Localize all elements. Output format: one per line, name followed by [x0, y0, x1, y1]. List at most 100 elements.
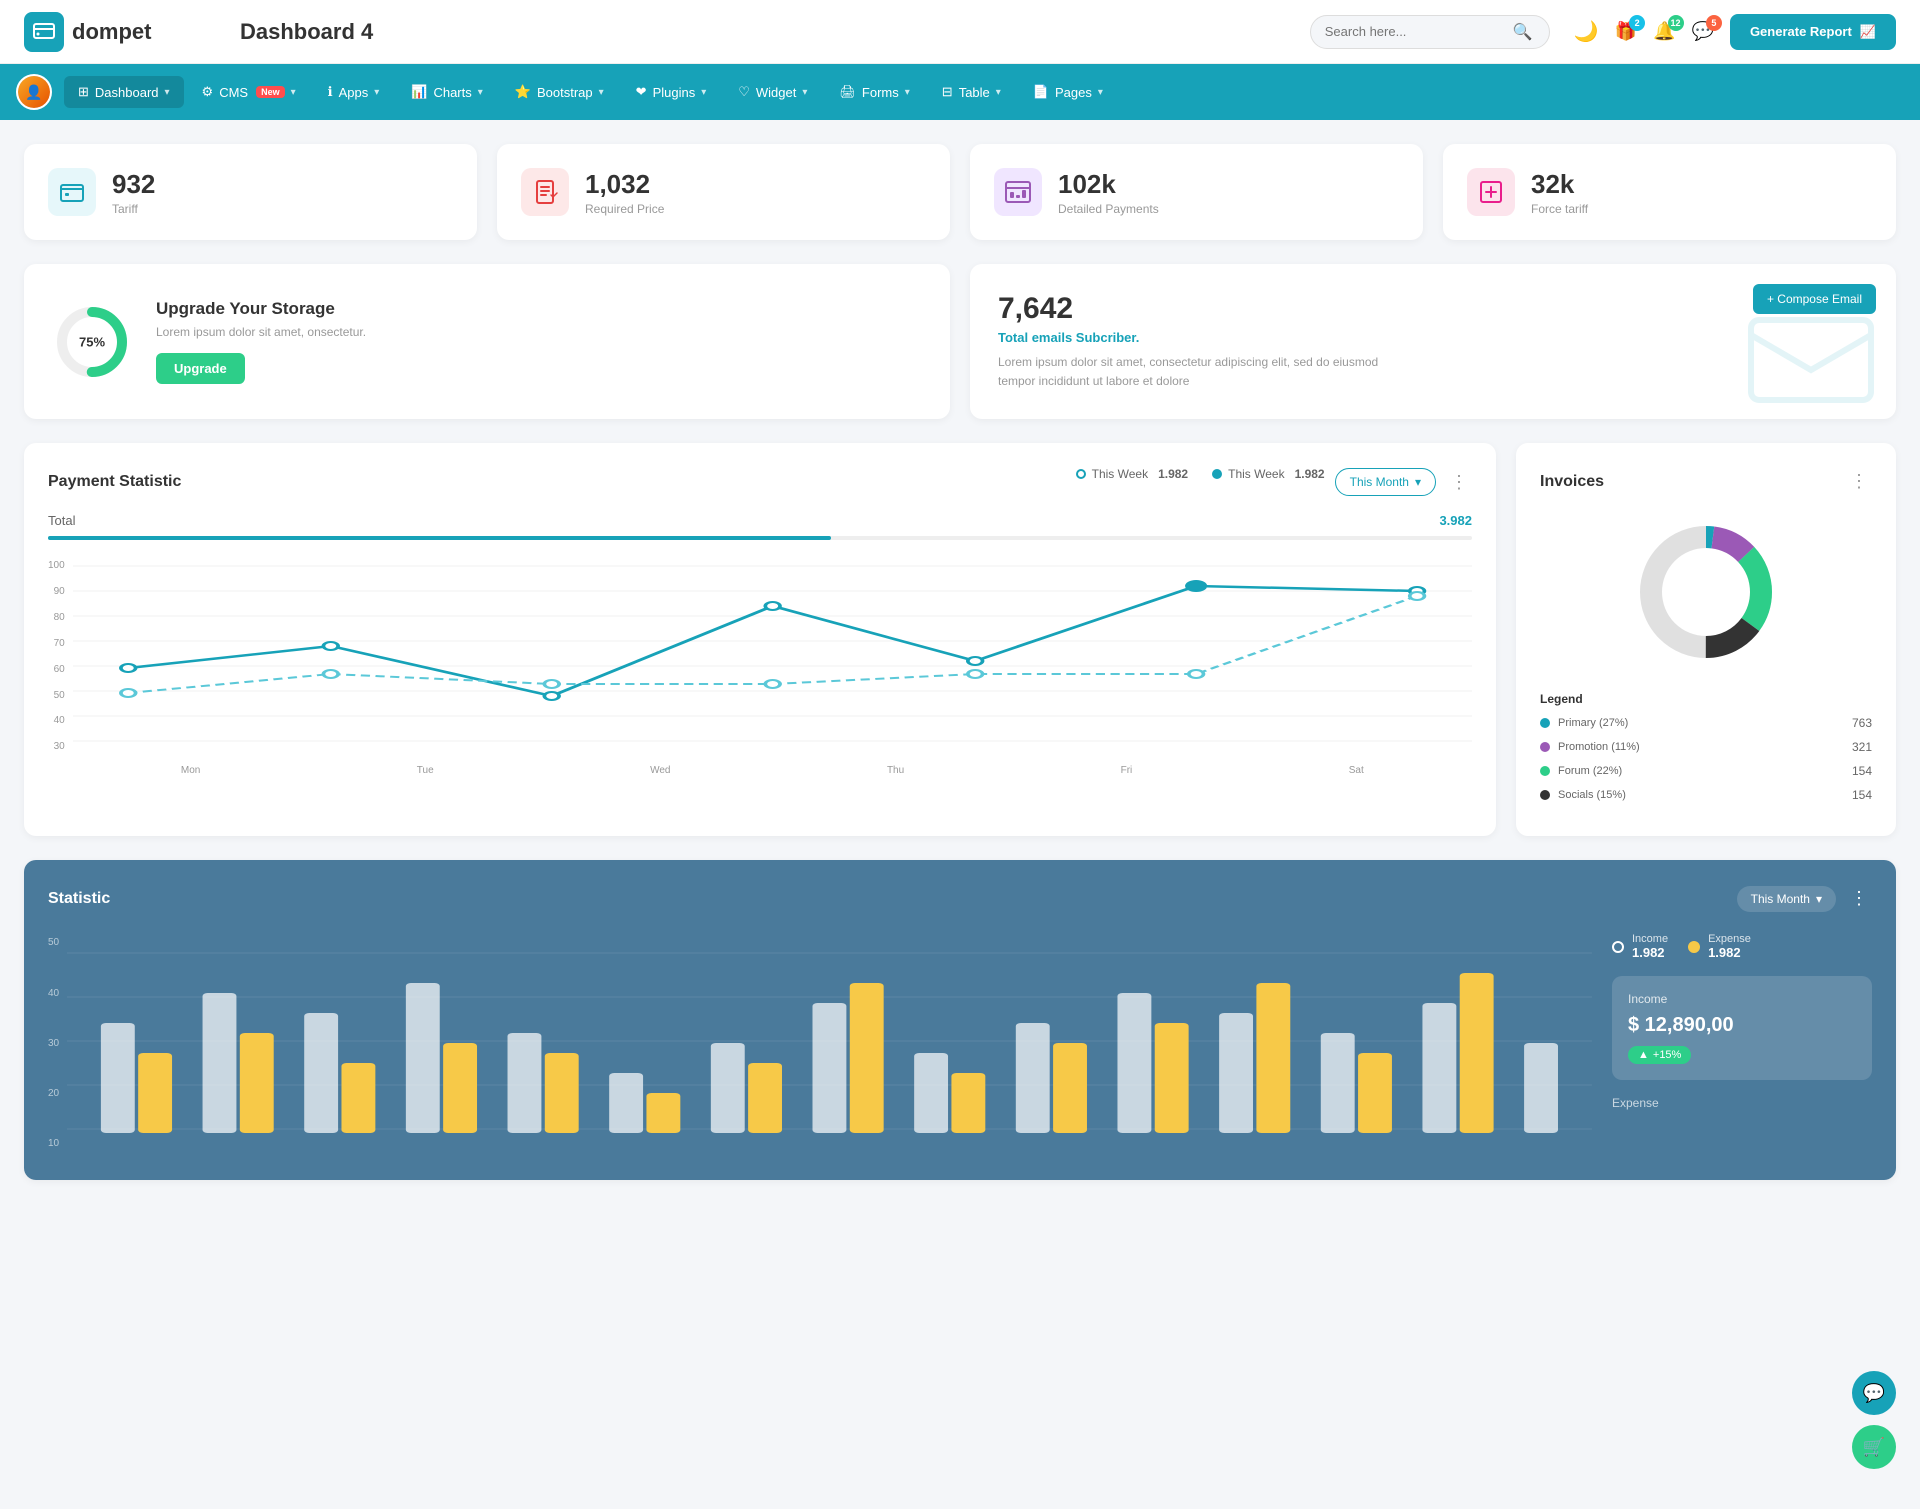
income-legend-value: 1.982 [1632, 945, 1668, 960]
socials-label: Socials (15%) [1558, 789, 1626, 801]
income-badge-value: +15% [1653, 1049, 1681, 1061]
income-label: Income [1632, 933, 1668, 945]
chevron-down-icon-charts: ▾ [478, 87, 483, 98]
nav-label-dashboard: Dashboard [95, 85, 159, 100]
chat-support-button[interactable]: 💬 [1852, 1371, 1896, 1415]
statistic-sidebar: Income 1.982 Expense 1.982 Income [1612, 933, 1872, 1156]
nav-bar: 👤 ⊞ Dashboard ▾ ⚙ CMS New ▾ ℹ Apps ▾ 📊 C… [0, 64, 1920, 120]
nav-item-charts[interactable]: 📊 Charts ▾ [397, 76, 497, 108]
y-axis-labels: 100 90 80 70 60 50 40 30 [48, 556, 65, 756]
payment-legend: This Week 1.982 This Week 1.982 [1076, 467, 1325, 481]
storage-title: Upgrade Your Storage [156, 299, 366, 319]
tariff-value: 932 [112, 169, 155, 200]
dark-mode-toggle[interactable]: 🌙 [1574, 19, 1599, 44]
expense-label: Expense [1708, 933, 1751, 945]
upgrade-button[interactable]: Upgrade [156, 353, 245, 384]
x-axis-labels: Mon Tue Wed Thu Fri Sat [73, 765, 1472, 776]
tariff-icon [48, 168, 96, 216]
chat-support-icon: 💬 [1863, 1383, 1885, 1404]
table-icon: ⊟ [942, 84, 953, 100]
nav-label-apps: Apps [339, 85, 369, 100]
stat-card-force-tariff: 32k Force tariff [1443, 144, 1896, 240]
filter-label: This Month [1350, 475, 1409, 489]
stat-cards: 932 Tariff 1,032 Required Price 102k Det… [24, 144, 1896, 240]
nav-item-forms[interactable]: 🖨 Forms ▾ [825, 76, 923, 108]
this-month-filter-btn[interactable]: This Month ▾ [1335, 468, 1436, 496]
income-card: Income $ 12,890,00 ▲ +15% [1612, 976, 1872, 1080]
nav-label-table: Table [959, 85, 990, 100]
detailed-payments-label: Detailed Payments [1058, 202, 1159, 216]
chevron-down-icon: ▾ [165, 87, 170, 98]
socials-value: 154 [1852, 788, 1872, 802]
nav-label-forms: Forms [862, 85, 899, 100]
stat-card-required-price: 1,032 Required Price [497, 144, 950, 240]
line-chart-svg-container: Mon Tue Wed Thu Fri Sat [73, 556, 1472, 776]
nav-item-pages[interactable]: 📄 Pages ▾ [1019, 76, 1117, 108]
nav-item-widget[interactable]: ♡ Widget ▾ [724, 76, 821, 108]
nav-item-bootstrap[interactable]: ⭐ Bootstrap ▾ [501, 76, 618, 108]
invoices-menu-btn[interactable]: ⋮ [1846, 467, 1872, 496]
nav-item-apps[interactable]: ℹ Apps ▾ [314, 76, 394, 108]
logo-text: dompet [72, 19, 151, 45]
expense-legend-value: 1.982 [1708, 945, 1751, 960]
mid-section: 75% Upgrade Your Storage Lorem ipsum dol… [24, 264, 1896, 419]
promotion-label: Promotion (11%) [1558, 741, 1640, 753]
chat-badge: 5 [1706, 15, 1722, 31]
charts-icon: 📊 [411, 84, 427, 100]
payment-title: Payment Statistic [48, 473, 181, 491]
invoice-legend-promotion: Promotion (11%) 321 [1540, 740, 1872, 754]
force-tariff-icon [1467, 168, 1515, 216]
logo-area: dompet [24, 12, 204, 52]
nav-label-bootstrap: Bootstrap [537, 85, 593, 100]
expense-dot [1688, 941, 1700, 953]
nav-item-table[interactable]: ⊟ Table ▾ [928, 76, 1015, 108]
storage-info: Upgrade Your Storage Lorem ipsum dolor s… [156, 299, 366, 384]
invoices-card: Invoices ⋮ Legend [1516, 443, 1896, 836]
cart-button[interactable]: 🛒 [1852, 1425, 1896, 1469]
payment-header-right: This Week 1.982 This Week 1.982 This Mon… [1076, 467, 1472, 497]
apps-icon: ℹ [328, 84, 333, 100]
primary-label: Primary (27%) [1558, 717, 1628, 729]
storage-card: 75% Upgrade Your Storage Lorem ipsum dol… [24, 264, 950, 419]
charts-row: Payment Statistic This Week 1.982 This W… [24, 443, 1896, 836]
statistic-content: 50 40 30 20 10 [48, 933, 1872, 1156]
storage-donut: 75% [52, 302, 132, 382]
payment-menu-btn[interactable]: ⋮ [1446, 468, 1472, 497]
widget-icon: ♡ [738, 84, 750, 100]
tariff-label: Tariff [112, 202, 155, 216]
nav-item-plugins[interactable]: ❤ Plugins ▾ [622, 76, 721, 108]
income-dot [1612, 941, 1624, 953]
search-bar[interactable]: 🔍 [1310, 15, 1550, 49]
promotion-value: 321 [1852, 740, 1872, 754]
statistic-month-filter-btn[interactable]: This Month ▾ [1737, 886, 1836, 912]
statistic-menu-btn[interactable]: ⋮ [1846, 884, 1872, 913]
chevron-down-icon-cms: ▾ [291, 87, 296, 98]
required-price-info: 1,032 Required Price [585, 169, 664, 216]
legend-label-2: This Week [1228, 467, 1284, 481]
gift-icon-btn[interactable]: 🎁 2 [1615, 21, 1637, 42]
force-tariff-label: Force tariff [1531, 202, 1588, 216]
nav-item-cms[interactable]: ⚙ CMS New ▾ [188, 76, 310, 108]
nav-item-dashboard[interactable]: ⊞ Dashboard ▾ [64, 76, 184, 108]
email-card: + Compose Email 7,642 Total emails Subcr… [970, 264, 1896, 419]
payment-total-row: Total 3.982 [48, 513, 1472, 528]
search-input[interactable] [1325, 24, 1505, 39]
forum-dot [1540, 766, 1550, 776]
chat-icon-btn[interactable]: 💬 5 [1692, 21, 1714, 42]
legend-dot-2 [1212, 469, 1222, 479]
email-bg-icon [1746, 310, 1876, 419]
promotion-dot [1540, 742, 1550, 752]
bell-icon-btn[interactable]: 🔔 12 [1653, 21, 1675, 42]
dashboard-icon: ⊞ [78, 84, 89, 100]
invoices-title: Invoices [1540, 473, 1604, 491]
legend-value-1: 1.982 [1158, 467, 1188, 481]
required-price-icon [521, 168, 569, 216]
email-description: Lorem ipsum dolor sit amet, consectetur … [998, 353, 1398, 391]
payment-header: Payment Statistic This Week 1.982 This W… [48, 467, 1472, 497]
cms-icon: ⚙ [202, 84, 214, 100]
nav-label-pages: Pages [1055, 85, 1092, 100]
chevron-down-icon-forms: ▾ [905, 87, 910, 98]
chevron-down-icon-widget: ▾ [802, 87, 807, 98]
logo-icon [24, 12, 64, 52]
generate-report-button[interactable]: Generate Report 📈 [1730, 14, 1896, 50]
